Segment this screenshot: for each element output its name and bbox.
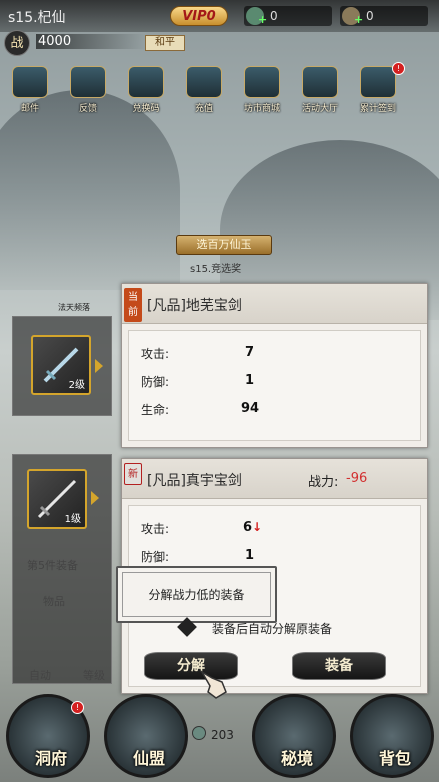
item-level: 2级 xyxy=(68,380,85,391)
signin-icon xyxy=(360,66,396,98)
new-item-slot[interactable]: 1级 xyxy=(27,469,87,529)
jade-value: 0 xyxy=(270,9,278,23)
mail-icon xyxy=(12,66,48,98)
side-text: 第5件装备 xyxy=(27,559,78,572)
add-icon: + xyxy=(354,13,364,26)
card-title: 新 [凡品]真宇宝剑 战力: -96 xyxy=(122,459,427,499)
stat-label: 生命: xyxy=(141,403,170,417)
arrow-right-icon xyxy=(95,359,103,373)
nav-label: 秘境 xyxy=(280,749,313,768)
server-name: s15.杞仙 xyxy=(8,10,66,26)
down-arrow-icon: ↓ xyxy=(252,520,263,534)
current-item-slot[interactable]: 2级 xyxy=(31,335,91,395)
nav-cave-button[interactable]: 洞府 ! xyxy=(6,694,90,778)
grade-label[interactable]: 等级 xyxy=(83,667,105,683)
recharge-icon xyxy=(186,66,222,98)
event-banner-subtitle: s15.竞选奖 xyxy=(190,264,242,275)
nav-label: 洞府 xyxy=(34,749,67,768)
feedback-icon xyxy=(70,66,106,98)
stat-value-text: 6 xyxy=(243,520,253,535)
add-icon: + xyxy=(258,13,268,26)
top-menu: 邮件 反馈 兑换码 充值 坊市商城 活动大厅 累计签到 ! xyxy=(6,62,436,122)
equip-button[interactable]: 装备 xyxy=(292,652,386,680)
card-body: 攻击: 7 防御: 1 生命: 94 xyxy=(128,330,421,441)
current-item-card: 当前 [凡品]地芜宝剑 攻击: 7 防御: 1 生命: 94 xyxy=(121,283,428,448)
menu-label: 累计签到 xyxy=(359,104,396,114)
item-name: [凡品]地芜宝剑 xyxy=(147,298,242,314)
combat-power: 4000 xyxy=(36,34,146,49)
new-tag: 新 xyxy=(124,463,142,485)
arrow-right-icon xyxy=(91,491,99,505)
menu-item-feedback[interactable]: 反馈 xyxy=(64,66,112,122)
stat-value: 7 xyxy=(245,345,255,360)
power-label: 战力: xyxy=(308,475,339,490)
stat-value: 94 xyxy=(241,401,260,416)
stat-value: 6↓ xyxy=(243,520,262,535)
slot-label: 法天频落 xyxy=(58,303,90,312)
top-status-bar: s15.杞仙 VIP0 + 0 + 0 xyxy=(0,0,439,32)
nav-label: 背包 xyxy=(378,749,411,768)
gold-currency[interactable]: + 0 xyxy=(340,6,428,26)
item-name: [凡品]真宇宝剑 xyxy=(147,473,242,489)
jade-currency[interactable]: + 0 xyxy=(244,6,332,26)
stat-value: 1 xyxy=(245,548,255,563)
auto-decompose-label: 装备后自动分解原装备 xyxy=(212,622,333,636)
power-badge-icon: 战 xyxy=(4,30,30,56)
nav-label: 仙盟 xyxy=(132,749,165,768)
menu-label: 活动大厅 xyxy=(301,104,338,114)
event-hall-icon xyxy=(302,66,338,98)
item-level: 1级 xyxy=(64,514,81,525)
menu-item-market[interactable]: 坊市商城 xyxy=(238,66,286,122)
decompose-tooltip: 分解战力低的装备 xyxy=(116,566,277,623)
menu-item-recharge[interactable]: 充值 xyxy=(180,66,228,122)
power-row: 战 4000 和平 xyxy=(0,30,439,56)
tooltip-text: 分解战力低的装备 xyxy=(122,572,271,617)
menu-label: 充值 xyxy=(194,104,213,114)
event-banner[interactable]: 选百万仙玉 xyxy=(176,235,272,255)
redeem-code-icon xyxy=(128,66,164,98)
menu-label: 邮件 xyxy=(20,104,39,114)
new-slot-panel: 1级 第5件装备 物品 自动 等级 xyxy=(12,454,112,684)
gold-value: 0 xyxy=(366,9,374,23)
current-tag: 当前 xyxy=(124,288,142,322)
stat-label: 攻击: xyxy=(141,522,170,536)
stat-label: 防御: xyxy=(141,375,170,389)
menu-label: 兑换码 xyxy=(132,104,160,114)
notification-badge: ! xyxy=(71,701,84,714)
nav-backpack-button[interactable]: 背包 xyxy=(350,694,434,778)
menu-item-redeem[interactable]: 兑换码 xyxy=(122,66,170,122)
peace-mode-button[interactable]: 和平 xyxy=(145,35,185,51)
market-icon xyxy=(244,66,280,98)
menu-item-mail[interactable]: 邮件 xyxy=(6,66,54,122)
notification-badge: ! xyxy=(392,62,405,75)
nav-secret-realm-button[interactable]: 秘境 xyxy=(252,694,336,778)
menu-item-signin[interactable]: 累计签到 ! xyxy=(354,62,405,122)
auto-label[interactable]: 自动 xyxy=(29,667,51,683)
menu-label: 反馈 xyxy=(78,104,97,114)
spirit-stone-value: 203 xyxy=(211,728,234,742)
spirit-stone-icon xyxy=(192,726,206,740)
card-title: 当前 [凡品]地芜宝剑 xyxy=(122,284,427,324)
menu-item-event-hall[interactable]: 活动大厅 xyxy=(296,66,344,122)
power-diff: -96 xyxy=(346,471,368,486)
side-text: 物品 xyxy=(43,595,65,608)
nav-guild-button[interactable]: 仙盟 xyxy=(104,694,188,778)
vip-badge[interactable]: VIP0 xyxy=(170,6,228,26)
menu-label: 坊市商城 xyxy=(243,104,280,114)
current-slot-panel: 2级 xyxy=(12,316,112,416)
stat-value: 1 xyxy=(245,373,255,388)
stat-label: 防御: xyxy=(141,550,170,564)
stat-label: 攻击: xyxy=(141,347,170,361)
